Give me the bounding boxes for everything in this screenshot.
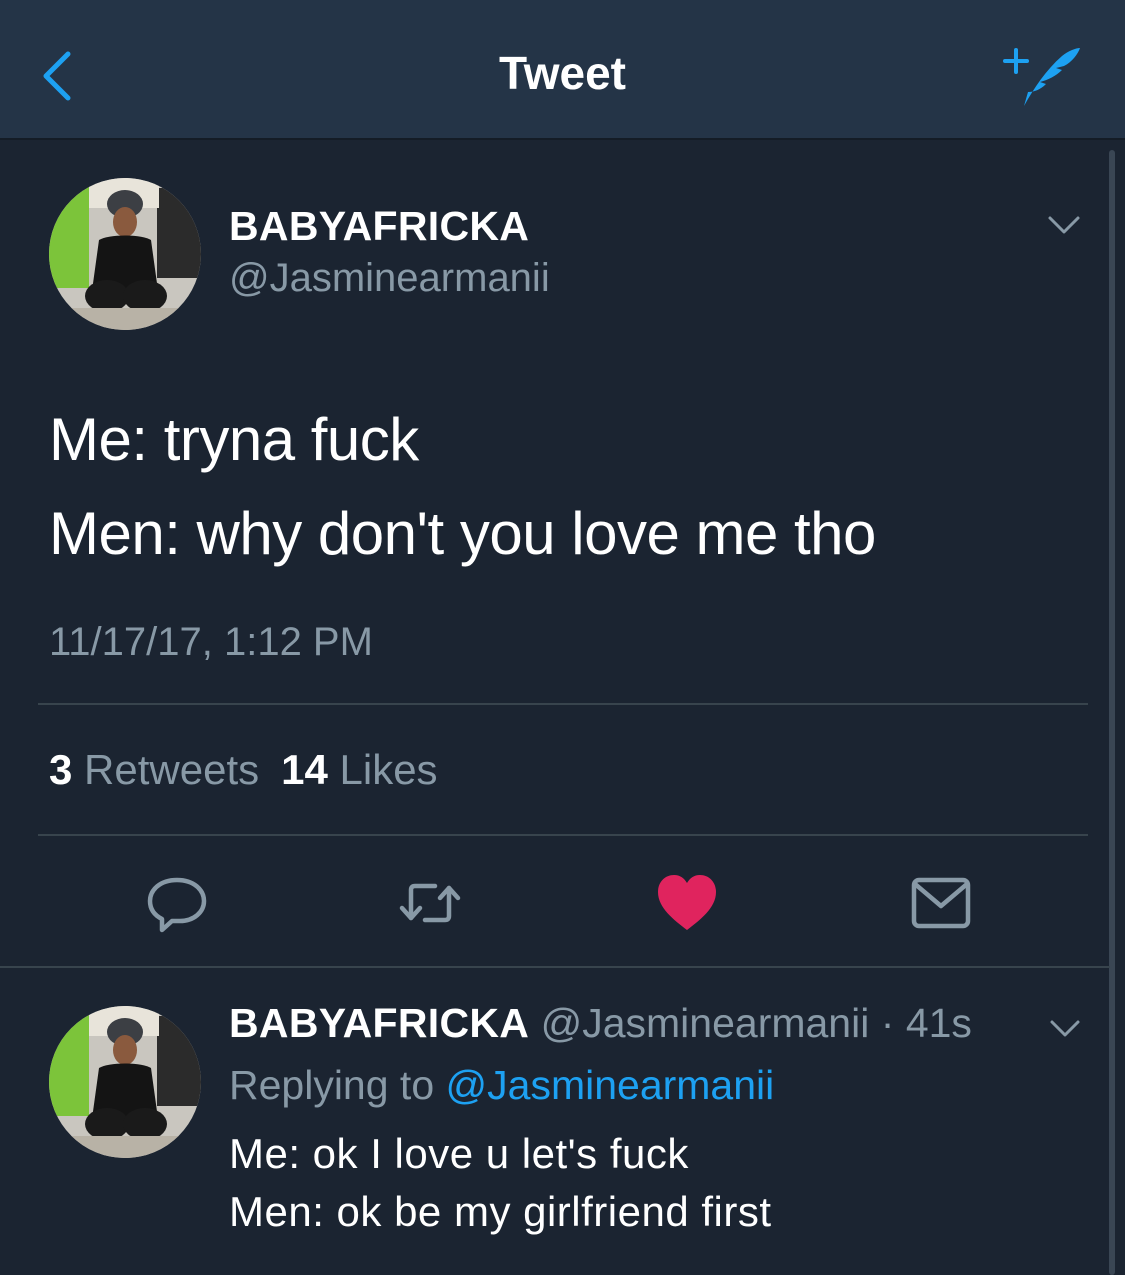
tweet-stats: 3 Retweets 14 Likes [49,746,438,794]
retweet-icon [399,883,461,923]
divider [38,834,1088,836]
retweet-button[interactable] [395,868,465,938]
chevron-down-icon [1048,216,1080,234]
page-title: Tweet [499,47,626,99]
direct-message-icon [911,877,971,929]
chevron-down-icon [1050,1020,1080,1037]
display-name[interactable]: BABYAFRICKA [229,203,529,250]
profile-photo-icon [49,1006,201,1158]
avatar[interactable] [49,1006,201,1158]
retweet-count: 3 [49,746,73,793]
reply-header: BABYAFRICKA @Jasminearmanii · 41s [229,1000,972,1047]
replying-to-label: Replying to [229,1062,435,1108]
tweet-detail-screen: Tweet BABYAFRICKA @Jasminearmanii Me: tr… [0,0,1125,1275]
user-handle[interactable]: @Jasminearmanii [229,256,550,301]
user-handle[interactable]: @Jasminearmanii [541,1000,870,1046]
meta-separator: · [880,1000,895,1046]
reply-button[interactable] [142,868,212,938]
display-name[interactable]: BABYAFRICKA [229,1000,529,1046]
tweet-options-button[interactable] [1046,1014,1084,1042]
reply-text-line: Men: ok be my girlfriend first [229,1188,772,1235]
retweet-label: Retweets [84,746,260,793]
divider [0,966,1110,968]
compose-tweet-button[interactable] [1000,40,1084,112]
divider [38,703,1088,705]
tweet-text-line: Men: why don't you love me tho [49,500,876,567]
avatar[interactable] [49,178,201,330]
navigation-bar: Tweet [0,0,1125,140]
compose-tweet-icon [1003,48,1080,106]
tweet-age: 41s [905,1000,972,1046]
heart-icon [658,875,716,930]
tweet-timestamp: 11/17/17, 1:12 PM [49,620,373,664]
like-button[interactable] [652,868,722,938]
like-label: Likes [339,746,438,793]
reply-icon [147,877,207,933]
scrollbar[interactable] [1109,150,1115,1275]
likes-stat[interactable]: 14 Likes [281,746,437,793]
like-count: 14 [281,746,328,793]
retweets-stat[interactable]: 3 Retweets [49,746,259,793]
tweet-text-line: Me: tryna fuck [49,406,419,473]
tweet-options-button[interactable] [1044,210,1084,240]
reply-text-line: Me: ok I love u let's fuck [229,1130,689,1177]
direct-message-button[interactable] [906,868,976,938]
profile-photo-icon [49,178,201,330]
replying-to-handle-link[interactable]: @Jasminearmanii [446,1062,775,1108]
replying-to: Replying to @Jasminearmanii [229,1062,774,1109]
